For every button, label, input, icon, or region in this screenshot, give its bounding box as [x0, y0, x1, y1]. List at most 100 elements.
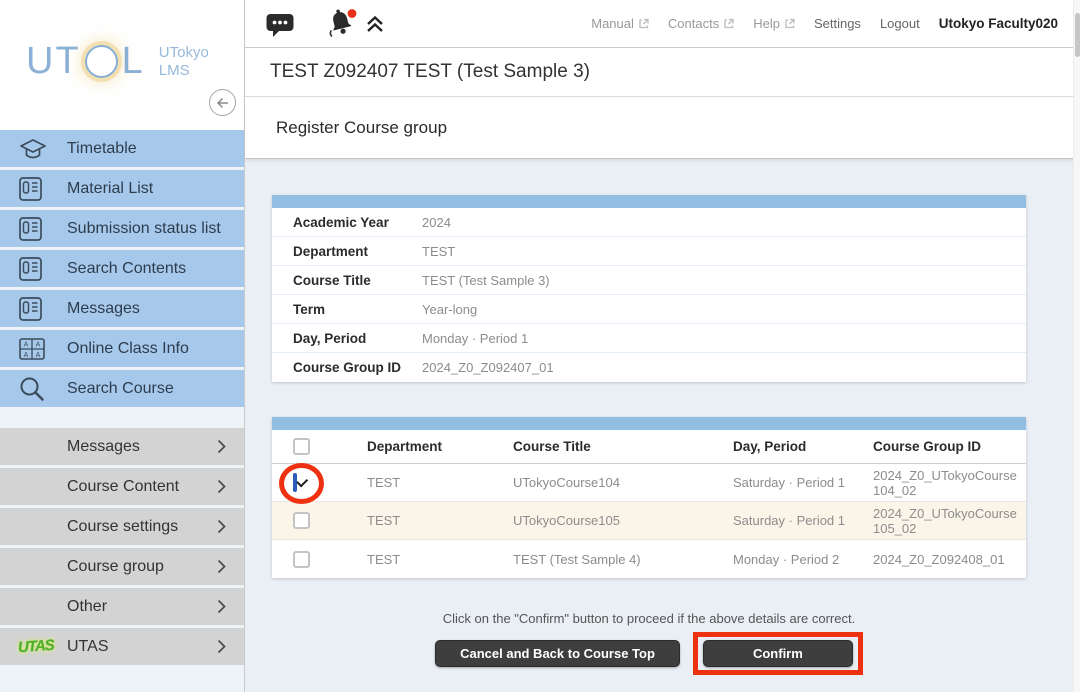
sidebar-item-search-contents[interactable]: Search Contents [0, 250, 244, 287]
sidebar-item-label: Course group [67, 558, 164, 576]
svg-text:A: A [36, 352, 41, 359]
chevron-right-icon [217, 639, 226, 654]
sidebar-item-online-class-info[interactable]: AAAA Online Class Info [0, 330, 244, 367]
detail-row: Day, Period Monday · Period 1 [272, 324, 1026, 353]
sidebar-item-label: Messages [67, 438, 140, 456]
user-name: Utokyo Faculty020 [939, 16, 1058, 31]
page-title: TEST Z092407 TEST (Test Sample 3) [270, 61, 590, 83]
column-header: Day, Period [733, 439, 873, 454]
detail-row: Academic Year 2024 [272, 208, 1026, 237]
utol-logo: UT L UTokyo LMS [26, 40, 209, 83]
svg-text:A: A [36, 341, 41, 348]
detail-row: Department TEST [272, 237, 1026, 266]
sidebar-item-label: Material List [67, 180, 153, 198]
column-header: Department [367, 439, 513, 454]
sidebar-item-course-group[interactable]: Course group [0, 548, 244, 585]
content: Academic Year 2024 Department TEST Cours… [245, 159, 1080, 675]
main-area: Manual Contacts Help Settings Logout Uto… [245, 0, 1080, 692]
course-group-table: Department Course Title Day, Period Cour… [272, 417, 1026, 578]
notification-dot [348, 9, 357, 18]
sidebar-item-label: Course Content [67, 478, 179, 496]
row-checkbox[interactable] [293, 551, 310, 568]
confirm-button[interactable]: Confirm [703, 640, 853, 667]
material-list-icon [18, 176, 67, 202]
sidebar-item-label: Other [67, 598, 107, 616]
search-course-icon [18, 375, 67, 403]
scrollbar-thumb[interactable] [1075, 13, 1080, 57]
sidebar-item-label: Search Course [67, 380, 174, 398]
utas-logo-icon: UTAS [18, 638, 67, 655]
help-link[interactable]: Help [753, 16, 795, 31]
select-all-checkbox[interactable] [293, 438, 310, 455]
sidebar-item-messages[interactable]: Messages [0, 290, 244, 327]
table-row: TEST UTokyoCourse104 Saturday · Period 1… [272, 464, 1026, 502]
sidebar-item-course-messages[interactable]: Messages [0, 428, 244, 465]
footer: Click on the "Confirm" button to proceed… [272, 611, 1026, 675]
section-bar: Register Course group [245, 97, 1080, 159]
annotation-rectangle: Confirm [693, 632, 863, 675]
sidebar-item-label: Timetable [67, 140, 137, 158]
detail-row: Course Title TEST (Test Sample 3) [272, 266, 1026, 295]
chevron-double-up-icon[interactable] [365, 14, 385, 34]
sidebar-group-gap [0, 410, 244, 428]
manual-link[interactable]: Manual [591, 16, 649, 31]
detail-row: Course Group ID 2024_Z0_Z092407_01 [272, 353, 1026, 382]
sidebar-item-timetable[interactable]: Timetable [0, 130, 244, 167]
cancel-button[interactable]: Cancel and Back to Course Top [435, 640, 680, 667]
settings-link[interactable]: Settings [814, 16, 861, 31]
detail-row: Term Year-long [272, 295, 1026, 324]
course-title-bar: TEST Z092407 TEST (Test Sample 3) [245, 48, 1080, 97]
column-header: Course Group ID [873, 439, 1026, 454]
logo-area: UT L UTokyo LMS [0, 0, 244, 130]
course-details-card: Academic Year 2024 Department TEST Cours… [272, 195, 1026, 382]
table-header-row: Department Course Title Day, Period Cour… [272, 430, 1026, 464]
sidebar-item-course-settings[interactable]: Course settings [0, 508, 244, 545]
sidebar-item-material-list[interactable]: Material List [0, 170, 244, 207]
sidebar-item-label: Course settings [67, 518, 178, 536]
chevron-right-icon [217, 599, 226, 614]
chevron-right-icon [217, 519, 226, 534]
sidebar-item-course-content[interactable]: Course Content [0, 468, 244, 505]
collapse-sidebar-button[interactable] [209, 89, 236, 116]
sidebar-item-other[interactable]: Other [0, 588, 244, 625]
logo-text-prefix: UT [26, 40, 81, 83]
sidebar-item-label: Search Contents [67, 260, 186, 278]
instruction-text: Click on the "Confirm" button to proceed… [272, 611, 1026, 626]
logo-sub-line2: LMS [159, 62, 209, 80]
sidebar-item-label: UTAS [67, 638, 108, 656]
notifications-bell-icon[interactable] [325, 7, 361, 41]
logo-text-suffix: L [122, 40, 145, 83]
table-row: TEST UTokyoCourse105 Saturday · Period 1… [272, 502, 1026, 540]
card-header-bar [272, 195, 1026, 208]
search-contents-icon [18, 256, 67, 282]
online-class-icon: AAAA [18, 337, 67, 361]
external-link-icon [723, 18, 734, 29]
logout-link[interactable]: Logout [880, 16, 920, 31]
topbar: Manual Contacts Help Settings Logout Uto… [245, 0, 1080, 48]
sidebar-item-search-course[interactable]: Search Course [0, 370, 244, 407]
row-checkbox[interactable] [293, 473, 297, 492]
sidebar-item-submission-status[interactable]: Submission status list [0, 210, 244, 247]
chevron-right-icon [217, 439, 226, 454]
sidebar-item-utas[interactable]: UTAS UTAS [0, 628, 244, 665]
logo-o-ring-icon [85, 45, 118, 78]
svg-text:A: A [24, 352, 29, 359]
timetable-icon [18, 136, 67, 162]
svg-text:A: A [24, 341, 29, 348]
external-link-icon [784, 18, 795, 29]
submission-status-icon [18, 216, 67, 242]
table-row: TEST TEST (Test Sample 4) Monday · Perio… [272, 540, 1026, 578]
sidebar-item-label: Messages [67, 300, 140, 318]
column-header: Course Title [513, 439, 733, 454]
chat-icon[interactable] [265, 10, 295, 38]
section-title: Register Course group [276, 118, 447, 138]
messages-icon [18, 296, 67, 322]
arrow-left-icon [215, 95, 231, 111]
contacts-link[interactable]: Contacts [668, 16, 734, 31]
external-link-icon [638, 18, 649, 29]
card-header-bar [272, 417, 1026, 430]
logo-sub-line1: UTokyo [159, 44, 209, 62]
row-checkbox[interactable] [293, 512, 310, 529]
scrollbar[interactable] [1073, 0, 1080, 692]
sidebar: UT L UTokyo LMS Timetable Material List [0, 0, 245, 692]
